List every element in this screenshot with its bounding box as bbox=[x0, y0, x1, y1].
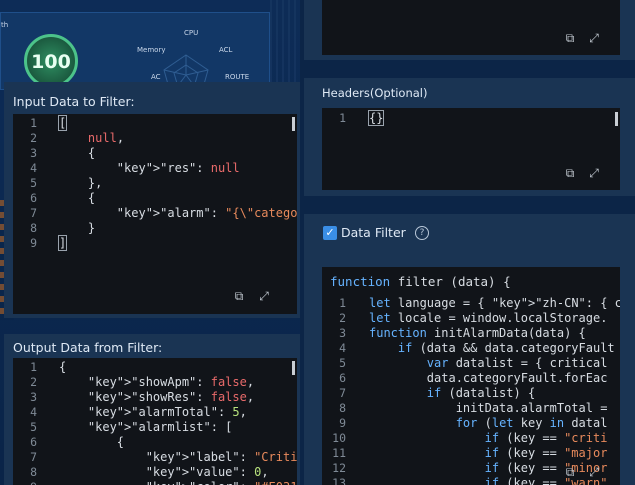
code-line: let language = { "key">"zh-CN": { criti bbox=[369, 296, 620, 310]
line-number: 13 bbox=[332, 476, 346, 485]
data-filter-label[interactable]: Data Filter bbox=[341, 225, 406, 240]
code-line: function initAlarmData(data) { bbox=[369, 326, 586, 340]
code-line: { bbox=[59, 191, 96, 205]
data-filter-checkbox[interactable]: ✓ bbox=[323, 226, 337, 240]
code-line: if (data && data.categoryFault bbox=[397, 341, 615, 355]
line-number: 4 bbox=[339, 341, 346, 355]
code-line: "key">"value": 0, bbox=[145, 465, 269, 479]
code-line: initData.alarmTotal = bbox=[369, 401, 608, 415]
fullscreen-icon[interactable]: ⤢ bbox=[587, 465, 601, 479]
background-pattern bbox=[270, 0, 300, 90]
line-number: 3 bbox=[30, 146, 37, 160]
code-line: }, bbox=[59, 176, 103, 190]
copy-icon[interactable]: ⧉ bbox=[563, 31, 577, 45]
line-number: 8 bbox=[30, 465, 37, 479]
line-number: 12 bbox=[332, 461, 346, 475]
code-line: "key">"label": "Critical" bbox=[145, 450, 297, 464]
code-line: var datalist = { critical bbox=[426, 356, 608, 370]
line-number: 2 bbox=[30, 131, 37, 145]
radar-label-route: ROUTE bbox=[225, 73, 250, 81]
output-title: Output Data from Filter: bbox=[13, 340, 163, 355]
line-number: 1 bbox=[339, 111, 346, 125]
line-number: 5 bbox=[339, 356, 346, 370]
code-line: if (datalist) { bbox=[426, 386, 536, 400]
filter-code-editor[interactable]: function filter (data) { 1 let language =… bbox=[322, 267, 620, 485]
line-number: 9 bbox=[339, 416, 346, 430]
line-number: 7 bbox=[30, 450, 37, 464]
line-number: 1 bbox=[30, 116, 37, 130]
output-panel: Output Data from Filter: 1 {2 "key">"show… bbox=[4, 334, 300, 485]
copy-icon[interactable]: ⧉ bbox=[563, 465, 577, 479]
line-number: 1 bbox=[339, 296, 346, 310]
code-line: "key">"showRes": false, bbox=[87, 390, 255, 404]
code-line: "key">"alarmlist": [ bbox=[87, 420, 233, 434]
code-line: { bbox=[59, 146, 96, 160]
input-editor[interactable]: 1[2 null, 3 {4 "key">"res": null 5 }, 6 {7 … bbox=[13, 114, 297, 314]
fullscreen-icon[interactable]: ⤢ bbox=[257, 289, 271, 303]
top-right-editor[interactable]: ⧉ ⤢ bbox=[322, 0, 620, 55]
line-number: 5 bbox=[30, 176, 37, 190]
line-number: 6 bbox=[30, 435, 37, 449]
copy-icon[interactable]: ⧉ bbox=[563, 166, 577, 180]
top-right-panel: ⧉ ⤢ bbox=[304, 0, 635, 60]
code-line: } bbox=[59, 221, 96, 235]
headers-editor[interactable]: 1 {} ⧉ ⤢ bbox=[322, 108, 620, 190]
line-number: 4 bbox=[30, 161, 37, 175]
code-line: "key">"alarm": "{\"categoryFa bbox=[116, 206, 297, 220]
line-number: 7 bbox=[339, 386, 346, 400]
code-line: [ bbox=[57, 115, 68, 131]
code-line: "key">"res": null bbox=[116, 161, 240, 175]
headers-title: Headers(Optional) bbox=[322, 86, 428, 100]
filter-signature: function filter (data) { bbox=[330, 274, 511, 289]
code-line: let locale = window.localStorage. bbox=[369, 311, 608, 325]
filter-panel: function filter (data) { 1 let language =… bbox=[304, 214, 635, 485]
radar-label-cpu: CPU bbox=[184, 29, 199, 37]
input-title: Input Data to Filter: bbox=[13, 94, 135, 109]
copy-icon[interactable]: ⧉ bbox=[232, 289, 246, 303]
code-line: "key">"alarmTotal": 5, bbox=[87, 405, 247, 419]
radar-label-acl: ACL bbox=[219, 46, 233, 54]
code-line: "key">"showApm": false, bbox=[87, 375, 255, 389]
question-circle-icon[interactable]: ? bbox=[415, 226, 429, 240]
line-number: 2 bbox=[339, 311, 346, 325]
line-number: 6 bbox=[30, 191, 37, 205]
line-number: 2 bbox=[30, 375, 37, 389]
input-panel: Input Data to Filter: 1 [2 null, 3 {4 "key… bbox=[4, 82, 300, 318]
scrollbar[interactable] bbox=[292, 117, 295, 131]
line-number: 7 bbox=[30, 206, 37, 220]
code-line: for (let key in datal bbox=[455, 416, 608, 430]
widget-label: th bbox=[1, 21, 9, 29]
scrollbar[interactable] bbox=[615, 112, 618, 126]
fullscreen-icon[interactable]: ⤢ bbox=[587, 31, 601, 45]
code-line: if (key == "criti bbox=[484, 431, 608, 445]
line-number: 5 bbox=[30, 420, 37, 434]
output-editor[interactable]: 1 {2 "key">"showApm": false, 3 "key">"show… bbox=[13, 358, 297, 485]
fullscreen-icon[interactable]: ⤢ bbox=[587, 166, 601, 180]
line-number: 3 bbox=[339, 326, 346, 340]
code-line: null, bbox=[87, 131, 125, 145]
code-line: if (key == "major bbox=[484, 446, 608, 460]
line-number: 3 bbox=[30, 390, 37, 404]
radar-label-ac: AC bbox=[151, 73, 161, 81]
scrollbar[interactable] bbox=[292, 361, 295, 375]
headers-panel: Headers(Optional) 1 {} ⧉ ⤢ bbox=[304, 78, 635, 196]
code-line: { bbox=[59, 435, 125, 449]
code-line: ] bbox=[57, 235, 68, 251]
health-gauge: 100 bbox=[24, 34, 78, 88]
code-line: {} bbox=[367, 110, 385, 126]
line-number: 9 bbox=[30, 236, 37, 250]
line-number: 11 bbox=[332, 446, 346, 460]
line-number: 8 bbox=[339, 401, 346, 415]
gauge-value: 100 bbox=[31, 51, 71, 73]
code-line: { bbox=[59, 360, 67, 374]
code-line: "key">"color": "#E0311 bbox=[59, 480, 297, 485]
line-number: 10 bbox=[332, 431, 346, 445]
line-number: 4 bbox=[30, 405, 37, 419]
line-number: 9 bbox=[13, 480, 37, 485]
line-number: 8 bbox=[30, 221, 37, 235]
line-number: 6 bbox=[339, 371, 346, 385]
line-number: 1 bbox=[30, 360, 37, 374]
code-line: data.categoryFault.forEac bbox=[369, 371, 608, 385]
